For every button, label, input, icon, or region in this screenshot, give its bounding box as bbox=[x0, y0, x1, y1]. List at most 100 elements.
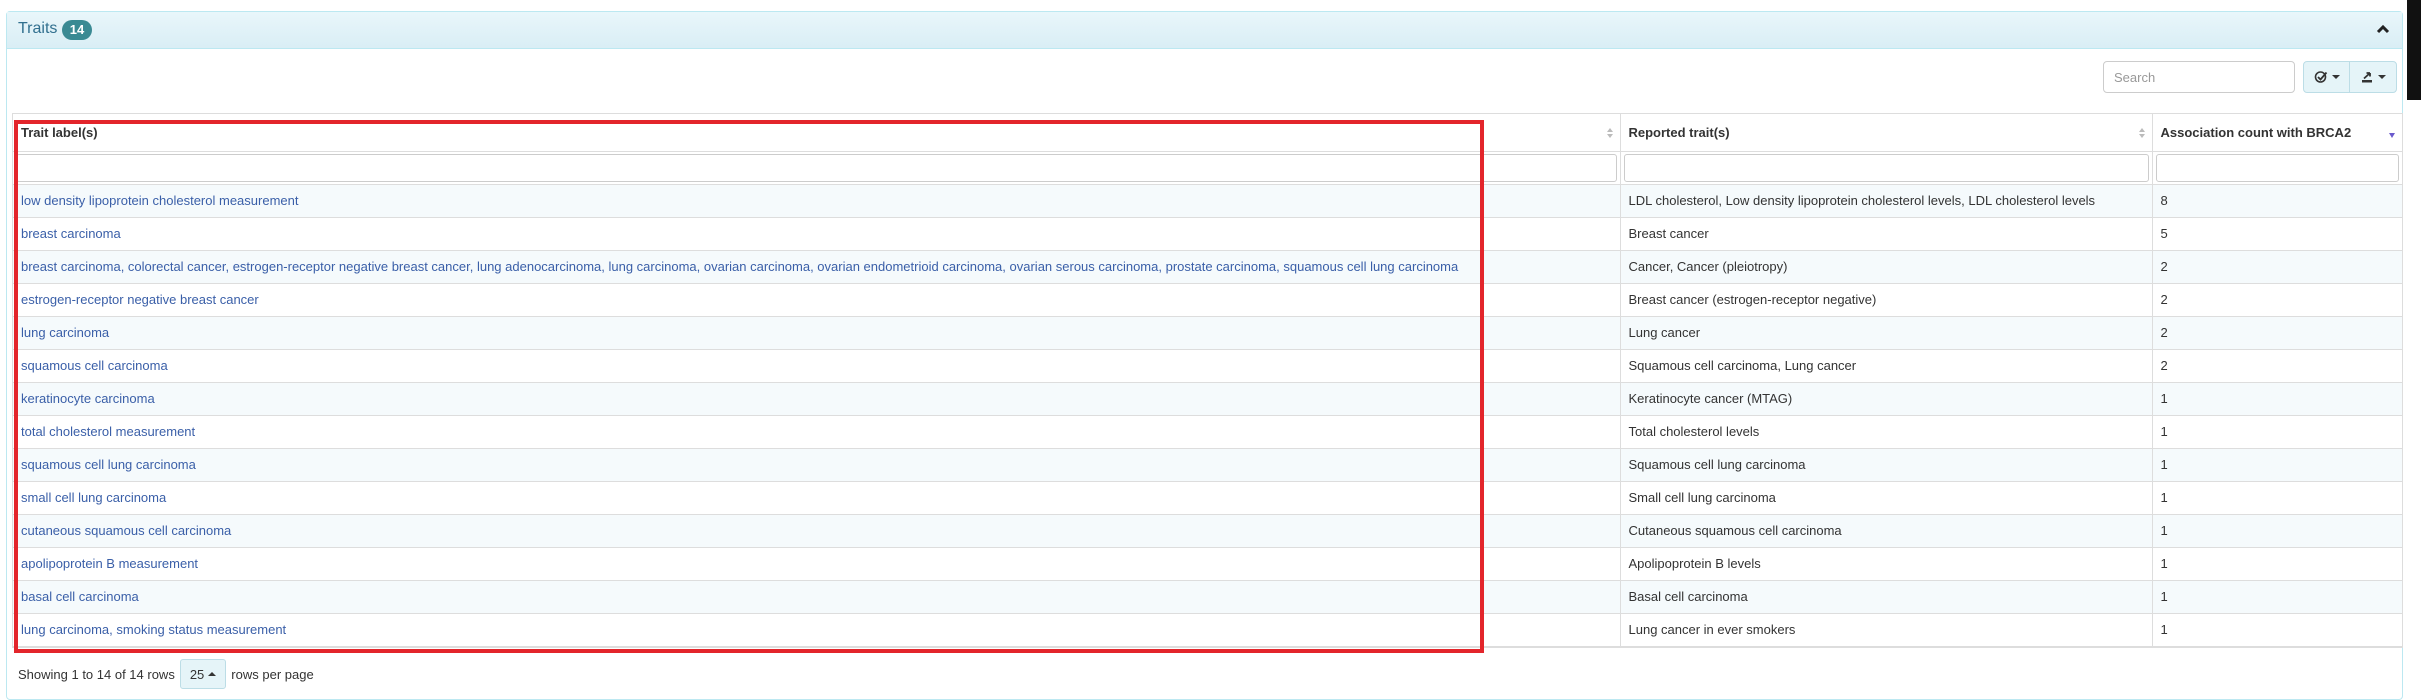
column-header-label: Reported trait(s) bbox=[1628, 124, 1730, 140]
table-row: estrogen-receptor negative breast cancer… bbox=[13, 283, 2402, 317]
trait-link[interactable]: squamous cell carcinoma bbox=[21, 358, 168, 373]
table-row: lung carcinoma Lung cancer 2 bbox=[13, 316, 2402, 350]
column-header-label: Association count with BRCA2 bbox=[2160, 124, 2352, 140]
table-row: breast carcinoma Breast cancer 5 bbox=[13, 217, 2402, 251]
reported-trait-cell: Breast cancer (estrogen-receptor negativ… bbox=[1620, 283, 2153, 317]
caret-down-icon bbox=[2331, 75, 2340, 79]
association-count-cell: 1 bbox=[2152, 547, 2402, 581]
association-count-cell: 2 bbox=[2152, 316, 2402, 350]
table-row: apolipoprotein B measurement Apolipoprote… bbox=[13, 547, 2402, 581]
association-count-cell: 1 bbox=[2152, 613, 2402, 647]
reported-trait-cell: Breast cancer bbox=[1620, 217, 2153, 251]
trait-label-cell: cutaneous squamous cell carcinoma bbox=[13, 514, 1621, 548]
table-row: low density lipoprotein cholesterol meas… bbox=[13, 184, 2402, 218]
filter-cell bbox=[13, 151, 1621, 185]
association-count-cell: 1 bbox=[2152, 448, 2402, 482]
reported-trait-cell: Lung cancer bbox=[1620, 316, 2153, 350]
trait-link[interactable]: estrogen-receptor negative breast cancer bbox=[21, 292, 259, 307]
trait-label-cell: breast carcinoma bbox=[13, 217, 1621, 251]
filter-cell bbox=[1620, 151, 2153, 185]
trait-link[interactable]: basal cell carcinoma bbox=[21, 589, 139, 604]
trait-label-cell: lung carcinoma bbox=[13, 316, 1621, 350]
pagination-info: Showing 1 to 14 of 14 rows bbox=[18, 666, 175, 682]
pagination-bar: Showing 1 to 14 of 14 rows 25 rows per p… bbox=[18, 659, 314, 689]
trait-link[interactable]: keratinocyte carcinoma bbox=[21, 391, 155, 406]
table-row: total cholesterol measurement Total chole… bbox=[13, 415, 2402, 449]
traits-table-wrapper: Trait label(s) Reported trait(s) Associa… bbox=[12, 113, 2403, 648]
table-row: small cell lung carcinoma Small cell lung… bbox=[13, 481, 2402, 515]
table-row: cutaneous squamous cell carcinoma Cutaneo… bbox=[13, 514, 2402, 548]
header-row: Trait label(s) Reported trait(s) Associa… bbox=[13, 114, 2402, 152]
column-header-association-count[interactable]: Association count with BRCA2 bbox=[2152, 114, 2402, 152]
trait-label-cell: estrogen-receptor negative breast cancer bbox=[13, 283, 1621, 317]
association-count-cell: 1 bbox=[2152, 382, 2402, 416]
reported-trait-cell: Cancer, Cancer (pleiotropy) bbox=[1620, 250, 2153, 284]
reported-trait-cell: Basal cell carcinoma bbox=[1620, 580, 2153, 614]
caret-up-icon bbox=[208, 672, 217, 676]
trait-link[interactable]: small cell lung carcinoma bbox=[21, 490, 166, 505]
association-count-cell: 1 bbox=[2152, 415, 2402, 449]
association-count-cell: 2 bbox=[2152, 283, 2402, 317]
filter-row bbox=[13, 151, 2402, 185]
trait-label-cell: low density lipoprotein cholesterol meas… bbox=[13, 184, 1621, 218]
chevron-up-icon[interactable] bbox=[2374, 20, 2392, 38]
trait-link[interactable]: squamous cell lung carcinoma bbox=[21, 457, 196, 472]
trait-label-cell: basal cell carcinoma bbox=[13, 580, 1621, 614]
column-header-reported-trait[interactable]: Reported trait(s) bbox=[1620, 114, 2153, 152]
rows-per-page-label: rows per page bbox=[231, 666, 314, 682]
table-row: squamous cell carcinoma Squamous cell car… bbox=[13, 349, 2402, 383]
trait-label-filter-input[interactable] bbox=[16, 153, 1617, 182]
columns-toggle-button[interactable] bbox=[2303, 61, 2350, 93]
trait-label-cell: squamous cell lung carcinoma bbox=[13, 448, 1621, 482]
reported-trait-cell: Squamous cell carcinoma, Lung cancer bbox=[1620, 349, 2153, 383]
page-size-dropdown[interactable]: 25 bbox=[179, 659, 227, 689]
association-count-filter-input[interactable] bbox=[2155, 153, 2399, 182]
table-row: squamous cell lung carcinoma Squamous cel… bbox=[13, 448, 2402, 482]
trait-link[interactable]: lung carcinoma bbox=[21, 325, 109, 340]
association-count-cell: 5 bbox=[2152, 217, 2402, 251]
sort-icon bbox=[1606, 128, 1613, 138]
trait-label-cell: squamous cell carcinoma bbox=[13, 349, 1621, 383]
table-row: keratinocyte carcinoma Keratinocyte cance… bbox=[13, 382, 2402, 416]
feedback-side-tab[interactable] bbox=[2407, 0, 2421, 100]
search-input[interactable] bbox=[2103, 61, 2295, 93]
count-badge: 14 bbox=[62, 20, 92, 40]
association-count-cell: 2 bbox=[2152, 250, 2402, 284]
reported-trait-cell: Lung cancer in ever smokers bbox=[1620, 613, 2153, 647]
trait-label-cell: breast carcinoma, colorectal cancer, est… bbox=[13, 250, 1621, 284]
association-count-cell: 1 bbox=[2152, 580, 2402, 614]
panel-heading[interactable]: Traits 14 bbox=[7, 12, 2402, 49]
reported-trait-cell: Apolipoprotein B levels bbox=[1620, 547, 2153, 581]
trait-link[interactable]: breast carcinoma, colorectal cancer, est… bbox=[21, 259, 1458, 274]
column-header-label: Trait label(s) bbox=[21, 124, 98, 140]
traits-table: Trait label(s) Reported trait(s) Associa… bbox=[13, 114, 2402, 647]
association-count-cell: 8 bbox=[2152, 184, 2402, 218]
sort-icon bbox=[2138, 128, 2145, 138]
trait-label-cell: total cholesterol measurement bbox=[13, 415, 1621, 449]
reported-trait-filter-input[interactable] bbox=[1623, 153, 2149, 182]
trait-link[interactable]: apolipoprotein B measurement bbox=[21, 556, 198, 571]
export-button[interactable] bbox=[2349, 61, 2397, 93]
table-body: low density lipoprotein cholesterol meas… bbox=[13, 184, 2402, 647]
column-header-trait-label[interactable]: Trait label(s) bbox=[13, 114, 1621, 152]
trait-link[interactable]: lung carcinoma, smoking status measureme… bbox=[21, 622, 286, 637]
reported-trait-cell: Cutaneous squamous cell carcinoma bbox=[1620, 514, 2153, 548]
table-row: basal cell carcinoma Basal cell carcinoma… bbox=[13, 580, 2402, 614]
check-circle-icon bbox=[2314, 71, 2327, 83]
association-count-cell: 2 bbox=[2152, 349, 2402, 383]
trait-link[interactable]: cutaneous squamous cell carcinoma bbox=[21, 523, 231, 538]
trait-link[interactable]: low density lipoprotein cholesterol meas… bbox=[21, 193, 298, 208]
trait-label-cell: keratinocyte carcinoma bbox=[13, 382, 1621, 416]
table-row: lung carcinoma, smoking status measureme… bbox=[13, 613, 2402, 647]
panel-title: Traits bbox=[18, 20, 58, 37]
caret-down-icon bbox=[2378, 75, 2386, 79]
association-count-cell: 1 bbox=[2152, 481, 2402, 515]
export-icon bbox=[2362, 72, 2372, 83]
filter-cell bbox=[2152, 151, 2402, 185]
trait-label-cell: small cell lung carcinoma bbox=[13, 481, 1621, 515]
trait-link[interactable]: breast carcinoma bbox=[21, 226, 121, 241]
trait-link[interactable]: total cholesterol measurement bbox=[21, 424, 195, 439]
trait-label-cell: lung carcinoma, smoking status measureme… bbox=[13, 613, 1621, 647]
association-count-cell: 1 bbox=[2152, 514, 2402, 548]
reported-trait-cell: Keratinocyte cancer (MTAG) bbox=[1620, 382, 2153, 416]
